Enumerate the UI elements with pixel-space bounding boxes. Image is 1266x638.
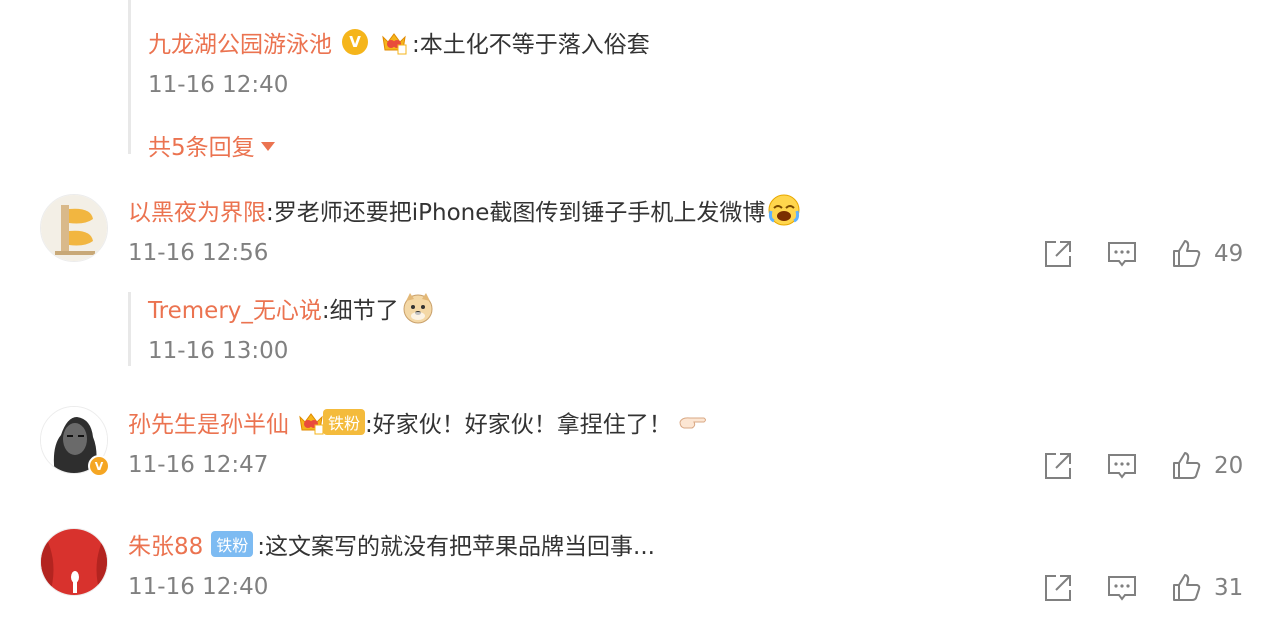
reply-author[interactable]: 九龙湖公园游泳池 bbox=[148, 25, 332, 59]
avatar[interactable] bbox=[40, 194, 108, 262]
like-icon bbox=[1173, 574, 1201, 601]
crown-icon bbox=[380, 28, 408, 56]
reply-author[interactable]: Tremery_无心说 bbox=[148, 291, 322, 325]
comment-text: :好家伙！好家伙！拿捏住了！ bbox=[365, 412, 672, 438]
comment-time: 11-16 12:47 bbox=[128, 452, 269, 478]
more-replies-label: 共5条回复 bbox=[148, 135, 255, 161]
reply-time: 11-16 13:00 bbox=[148, 338, 289, 364]
doge-emoji-icon bbox=[401, 291, 435, 325]
comment-author[interactable]: 以黑夜为界限 bbox=[128, 193, 266, 227]
like-button[interactable]: 31 bbox=[1170, 572, 1243, 604]
avatar[interactable] bbox=[40, 528, 108, 596]
comment-text: :这文案写的就没有把苹果品牌当回事... bbox=[257, 534, 655, 560]
comment-button[interactable] bbox=[1106, 450, 1138, 482]
comment-icon bbox=[1108, 576, 1136, 601]
comment-time: 11-16 12:40 bbox=[128, 574, 269, 600]
like-icon bbox=[1173, 240, 1201, 267]
reply-thread-line bbox=[128, 0, 131, 154]
share-icon bbox=[1045, 453, 1071, 479]
comment-time: 11-16 12:56 bbox=[128, 240, 269, 266]
reply-text: :细节了 bbox=[321, 298, 399, 324]
reply-item: Tremery_无心说 :细节了 bbox=[148, 288, 435, 328]
comment-actions: 49 bbox=[1042, 238, 1243, 270]
more-replies-link[interactable]: 共5条回复 bbox=[148, 128, 275, 162]
comment-actions: 20 bbox=[1042, 450, 1243, 482]
share-button[interactable] bbox=[1042, 238, 1074, 270]
comment-line: 朱张88 铁粉 :这文案写的就没有把苹果品牌当回事... bbox=[128, 524, 655, 564]
fan-badge: 铁粉 bbox=[323, 409, 366, 435]
reply-item: 九龙湖公园游泳池 V :本土化不等于落入俗套 bbox=[148, 22, 650, 62]
like-button[interactable]: 49 bbox=[1170, 238, 1243, 270]
like-count: 49 bbox=[1214, 241, 1244, 267]
comment-icon bbox=[1108, 242, 1136, 267]
like-button[interactable]: 20 bbox=[1170, 450, 1243, 482]
comment-author[interactable]: 孙先生是孙半仙 bbox=[128, 405, 289, 439]
verified-icon: V bbox=[88, 455, 110, 477]
comment-line: 孙先生是孙半仙 铁粉 :好家伙！好家伙！拿捏住了！ bbox=[128, 402, 708, 442]
comment-author[interactable]: 朱张88 bbox=[128, 527, 203, 561]
comment-actions: 31 bbox=[1042, 572, 1243, 604]
like-icon bbox=[1173, 452, 1201, 479]
fan-badge: 铁粉 bbox=[211, 531, 254, 557]
chevron-down-icon bbox=[260, 142, 275, 151]
finger-point-icon bbox=[678, 410, 708, 434]
comment-line: 以黑夜为界限 :罗老师还要把iPhone截图传到锤子手机上发微博 bbox=[128, 190, 801, 230]
like-count: 31 bbox=[1214, 575, 1244, 601]
reply-time: 11-16 12:40 bbox=[148, 72, 289, 98]
share-button[interactable] bbox=[1042, 572, 1074, 604]
like-count: 20 bbox=[1214, 453, 1244, 479]
comment-text: :罗老师还要把iPhone截图传到锤子手机上发微博 bbox=[266, 200, 766, 226]
verified-icon: V bbox=[342, 29, 368, 55]
comment-button[interactable] bbox=[1106, 238, 1138, 270]
share-button[interactable] bbox=[1042, 450, 1074, 482]
reply-text: :本土化不等于落入俗套 bbox=[412, 32, 650, 58]
share-icon bbox=[1045, 241, 1071, 267]
reply-thread-line bbox=[128, 292, 131, 366]
comment-icon bbox=[1108, 454, 1136, 479]
laugh-cry-emoji-icon bbox=[767, 193, 801, 227]
comment-button[interactable] bbox=[1106, 572, 1138, 604]
crown-icon bbox=[297, 408, 325, 436]
share-icon bbox=[1045, 575, 1071, 601]
